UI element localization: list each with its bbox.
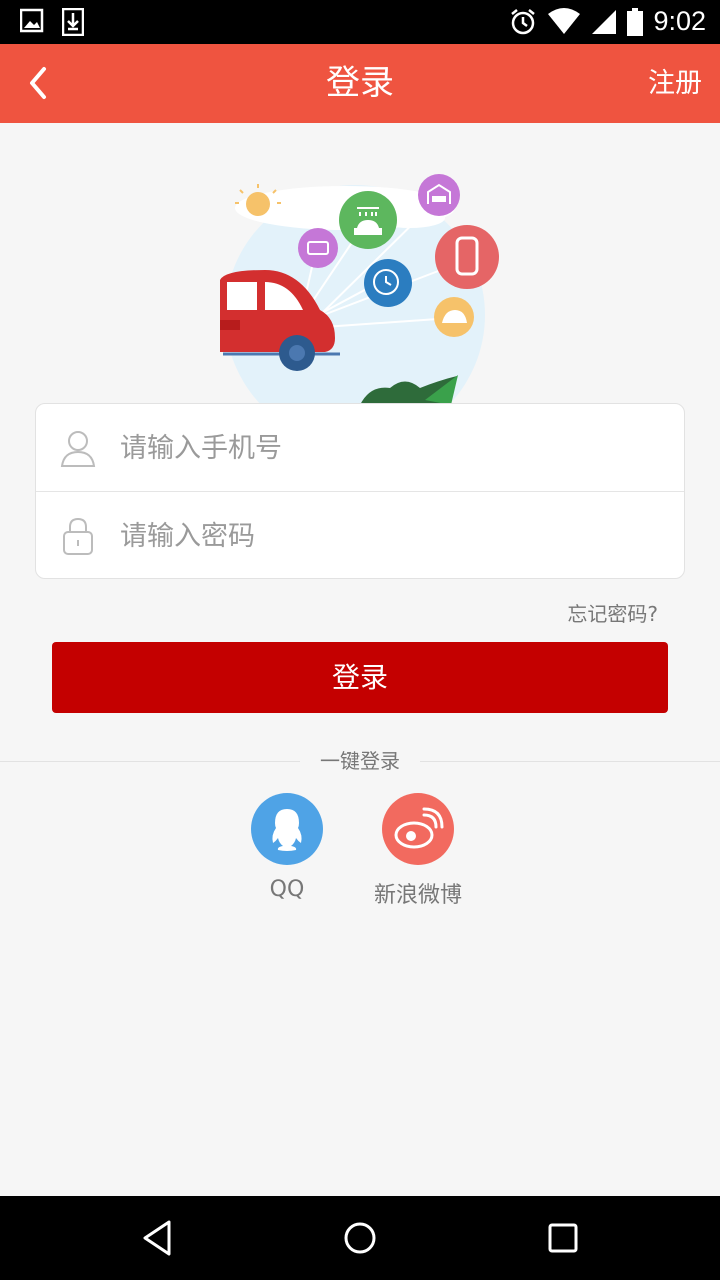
- navigation-bar: [0, 1196, 720, 1280]
- qq-icon[interactable]: [251, 793, 323, 865]
- weibo-icon[interactable]: [382, 793, 454, 865]
- lock-icon: [63, 517, 93, 555]
- status-time: 9:02: [653, 6, 706, 36]
- weibo-login[interactable]: 新浪微博: [358, 793, 478, 909]
- recents-nav-icon[interactable]: [541, 1216, 585, 1260]
- signal-icon: [592, 9, 617, 34]
- user-icon: [60, 431, 96, 467]
- image-icon: [20, 8, 44, 33]
- password-row: [36, 492, 684, 580]
- status-bar: 9:02: [0, 0, 720, 44]
- car-services-illustration: [220, 174, 499, 405]
- back-nav-icon[interactable]: [136, 1216, 180, 1260]
- login-button[interactable]: 登录: [52, 642, 668, 713]
- home-nav-icon[interactable]: [338, 1216, 382, 1260]
- phone-input[interactable]: [120, 418, 660, 478]
- alarm-icon: [511, 8, 536, 34]
- page-title: 登录: [326, 63, 394, 103]
- wifi-icon: [548, 7, 581, 34]
- qq-login[interactable]: QQ: [227, 793, 347, 902]
- weibo-label: 新浪微博: [373, 883, 462, 908]
- battery-icon: [627, 7, 644, 36]
- qq-label: QQ: [269, 877, 305, 902]
- login-form: [35, 403, 685, 579]
- quick-login-label: 一键登录: [300, 746, 420, 776]
- download-icon: [62, 8, 84, 36]
- header: 登录 注册: [0, 44, 720, 123]
- phone-row: [36, 404, 684, 492]
- forgot-password-link[interactable]: 忘记密码?: [567, 598, 658, 627]
- register-link[interactable]: 注册: [648, 44, 702, 123]
- password-input[interactable]: [120, 506, 660, 566]
